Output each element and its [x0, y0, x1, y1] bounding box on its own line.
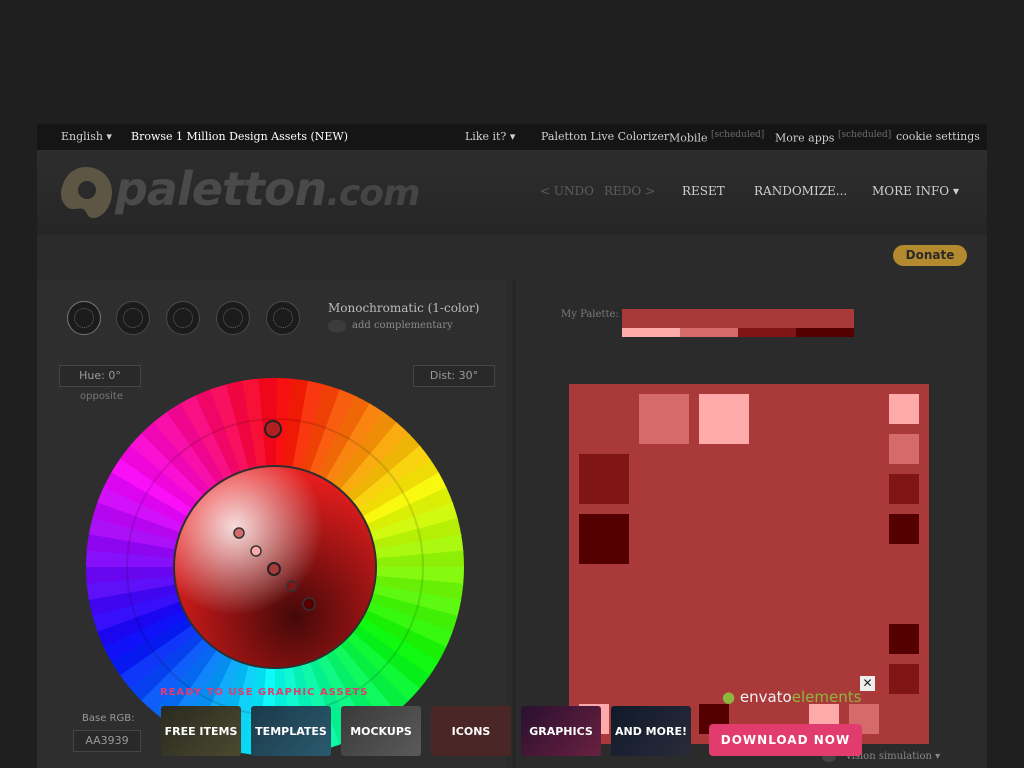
mobile-scheduled-note: [scheduled]	[710, 130, 765, 140]
ad-mockups-button[interactable]: MOCKUPS	[341, 706, 421, 756]
shade-handle-dark2[interactable]	[302, 597, 316, 611]
palette-light2-swatch[interactable]	[622, 328, 680, 337]
scheme-free-style-icon[interactable]	[266, 301, 300, 335]
preview-square-light1[interactable]	[639, 394, 689, 444]
like-it-menu[interactable]: Like it? ▾	[465, 130, 515, 143]
top-nav: English ▾ Browse 1 Million Design Assets…	[37, 124, 987, 150]
more-apps-link: More apps [scheduled]	[775, 130, 891, 145]
mobile-link: Mobile [scheduled]	[669, 130, 764, 145]
more-info-label: MORE INFO	[872, 184, 950, 198]
preview-small-dark2[interactable]	[889, 514, 919, 544]
download-now-button[interactable]: DOWNLOAD NOW	[709, 724, 862, 756]
more-info-menu[interactable]: MORE INFO ▾	[872, 184, 959, 198]
preview-small-dark1-b[interactable]	[889, 664, 919, 694]
envato-logo-text: envato	[739, 688, 792, 706]
add-complementary-toggle[interactable]	[328, 320, 346, 332]
redo-button[interactable]: REDO >	[604, 184, 655, 198]
donate-button[interactable]: Donate	[893, 245, 967, 266]
ad-close-icon[interactable]: ✕	[860, 676, 875, 691]
preview-square-dark2[interactable]	[579, 514, 629, 564]
site-logo[interactable]: paletton.com	[115, 162, 421, 216]
ad-graphics-button[interactable]: GRAPHICS	[521, 706, 601, 756]
language-label: English	[61, 130, 103, 143]
ad-icons-button[interactable]: ICONS	[431, 706, 511, 756]
scheme-adjacent-icon[interactable]	[116, 301, 150, 335]
scheme-mono-icon[interactable]	[67, 301, 101, 335]
envato-elements-logo: ● envatoelements	[722, 688, 862, 706]
cookie-settings-link[interactable]: cookie settings	[896, 130, 980, 143]
mobile-label: Mobile	[669, 131, 708, 145]
color-wheel[interactable]	[86, 378, 464, 756]
preview-square-light2[interactable]	[699, 394, 749, 444]
shade-handle-base[interactable]	[267, 562, 281, 576]
palette-dark2-swatch[interactable]	[796, 328, 854, 337]
preview-small-dark1[interactable]	[889, 474, 919, 504]
elements-logo-text: elements	[791, 688, 862, 706]
header: paletton.com < UNDO REDO > RESET RANDOMI…	[37, 150, 987, 235]
base-rgb-input[interactable]: AA3939	[73, 730, 141, 752]
my-palette-label: My Palette:	[561, 309, 619, 320]
browse-assets-link[interactable]: Browse 1 Million Design Assets (NEW)	[131, 130, 348, 143]
shade-handle-light1[interactable]	[233, 527, 245, 539]
scheme-name: Monochromatic (1-color)	[328, 301, 480, 315]
randomize-button[interactable]: RANDOMIZE...	[754, 184, 847, 198]
add-complementary-label: add complementary	[352, 320, 453, 331]
reset-button[interactable]: RESET	[682, 184, 725, 198]
panel-divider	[512, 280, 516, 768]
base-rgb-label: Base RGB:	[82, 713, 135, 724]
live-colorizer-link[interactable]: Paletton Live Colorizer	[541, 130, 669, 143]
preview-small-light2[interactable]	[889, 394, 919, 424]
shade-handle-dark1[interactable]	[286, 580, 298, 592]
language-selector[interactable]: English ▾	[61, 130, 112, 143]
scheme-triad-icon[interactable]	[166, 301, 200, 335]
ad-headline: READY TO USE GRAPHIC ASSETS	[160, 687, 369, 698]
hue-handle[interactable]	[264, 420, 282, 438]
logo-text-suffix: .com	[326, 173, 420, 214]
preview-small-light1[interactable]	[889, 434, 919, 464]
like-it-label: Like it?	[465, 130, 507, 143]
preview-square-dark1[interactable]	[579, 454, 629, 504]
paletton-logo-icon	[61, 167, 112, 218]
shade-handle-light2[interactable]	[250, 545, 262, 557]
more-apps-scheduled-note: [scheduled]	[837, 130, 892, 140]
scheme-tetrad-icon[interactable]	[216, 301, 250, 335]
ad-templates-button[interactable]: TEMPLATES	[251, 706, 331, 756]
preview-small-dark2-b[interactable]	[889, 624, 919, 654]
palette-light1-swatch[interactable]	[680, 328, 738, 337]
ad-and-more-button[interactable]: AND MORE!	[611, 706, 691, 756]
palette-base-swatch[interactable]	[622, 309, 854, 328]
palette-dark1-swatch[interactable]	[738, 328, 796, 337]
ad-free-items-button[interactable]: FREE ITEMS	[161, 706, 241, 756]
undo-button[interactable]: < UNDO	[540, 184, 594, 198]
logo-text-main: paletton	[115, 162, 327, 216]
more-apps-label: More apps	[775, 131, 835, 145]
